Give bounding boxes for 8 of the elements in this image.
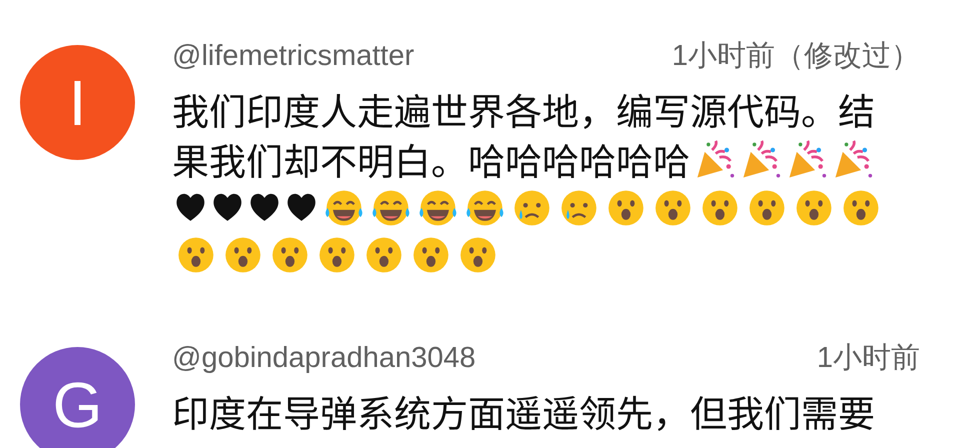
comment-text: 印度在导弹系统方面遥遥领先，但我们需要 bbox=[172, 384, 875, 438]
timestamp: 1小时前（修改过） bbox=[672, 39, 920, 74]
avatar[interactable]: G bbox=[20, 347, 135, 448]
username[interactable]: @gobindapradhan3048 bbox=[172, 342, 476, 374]
username[interactable]: @lifemetricsmatter bbox=[172, 40, 414, 72]
avatar[interactable]: I bbox=[20, 45, 135, 160]
timestamp: 1小时前 bbox=[816, 341, 920, 376]
comment-text: 我们印度人走遍世界各地，编写源代码。结果我们却不明白。哈哈哈哈哈哈 bbox=[172, 82, 875, 186]
